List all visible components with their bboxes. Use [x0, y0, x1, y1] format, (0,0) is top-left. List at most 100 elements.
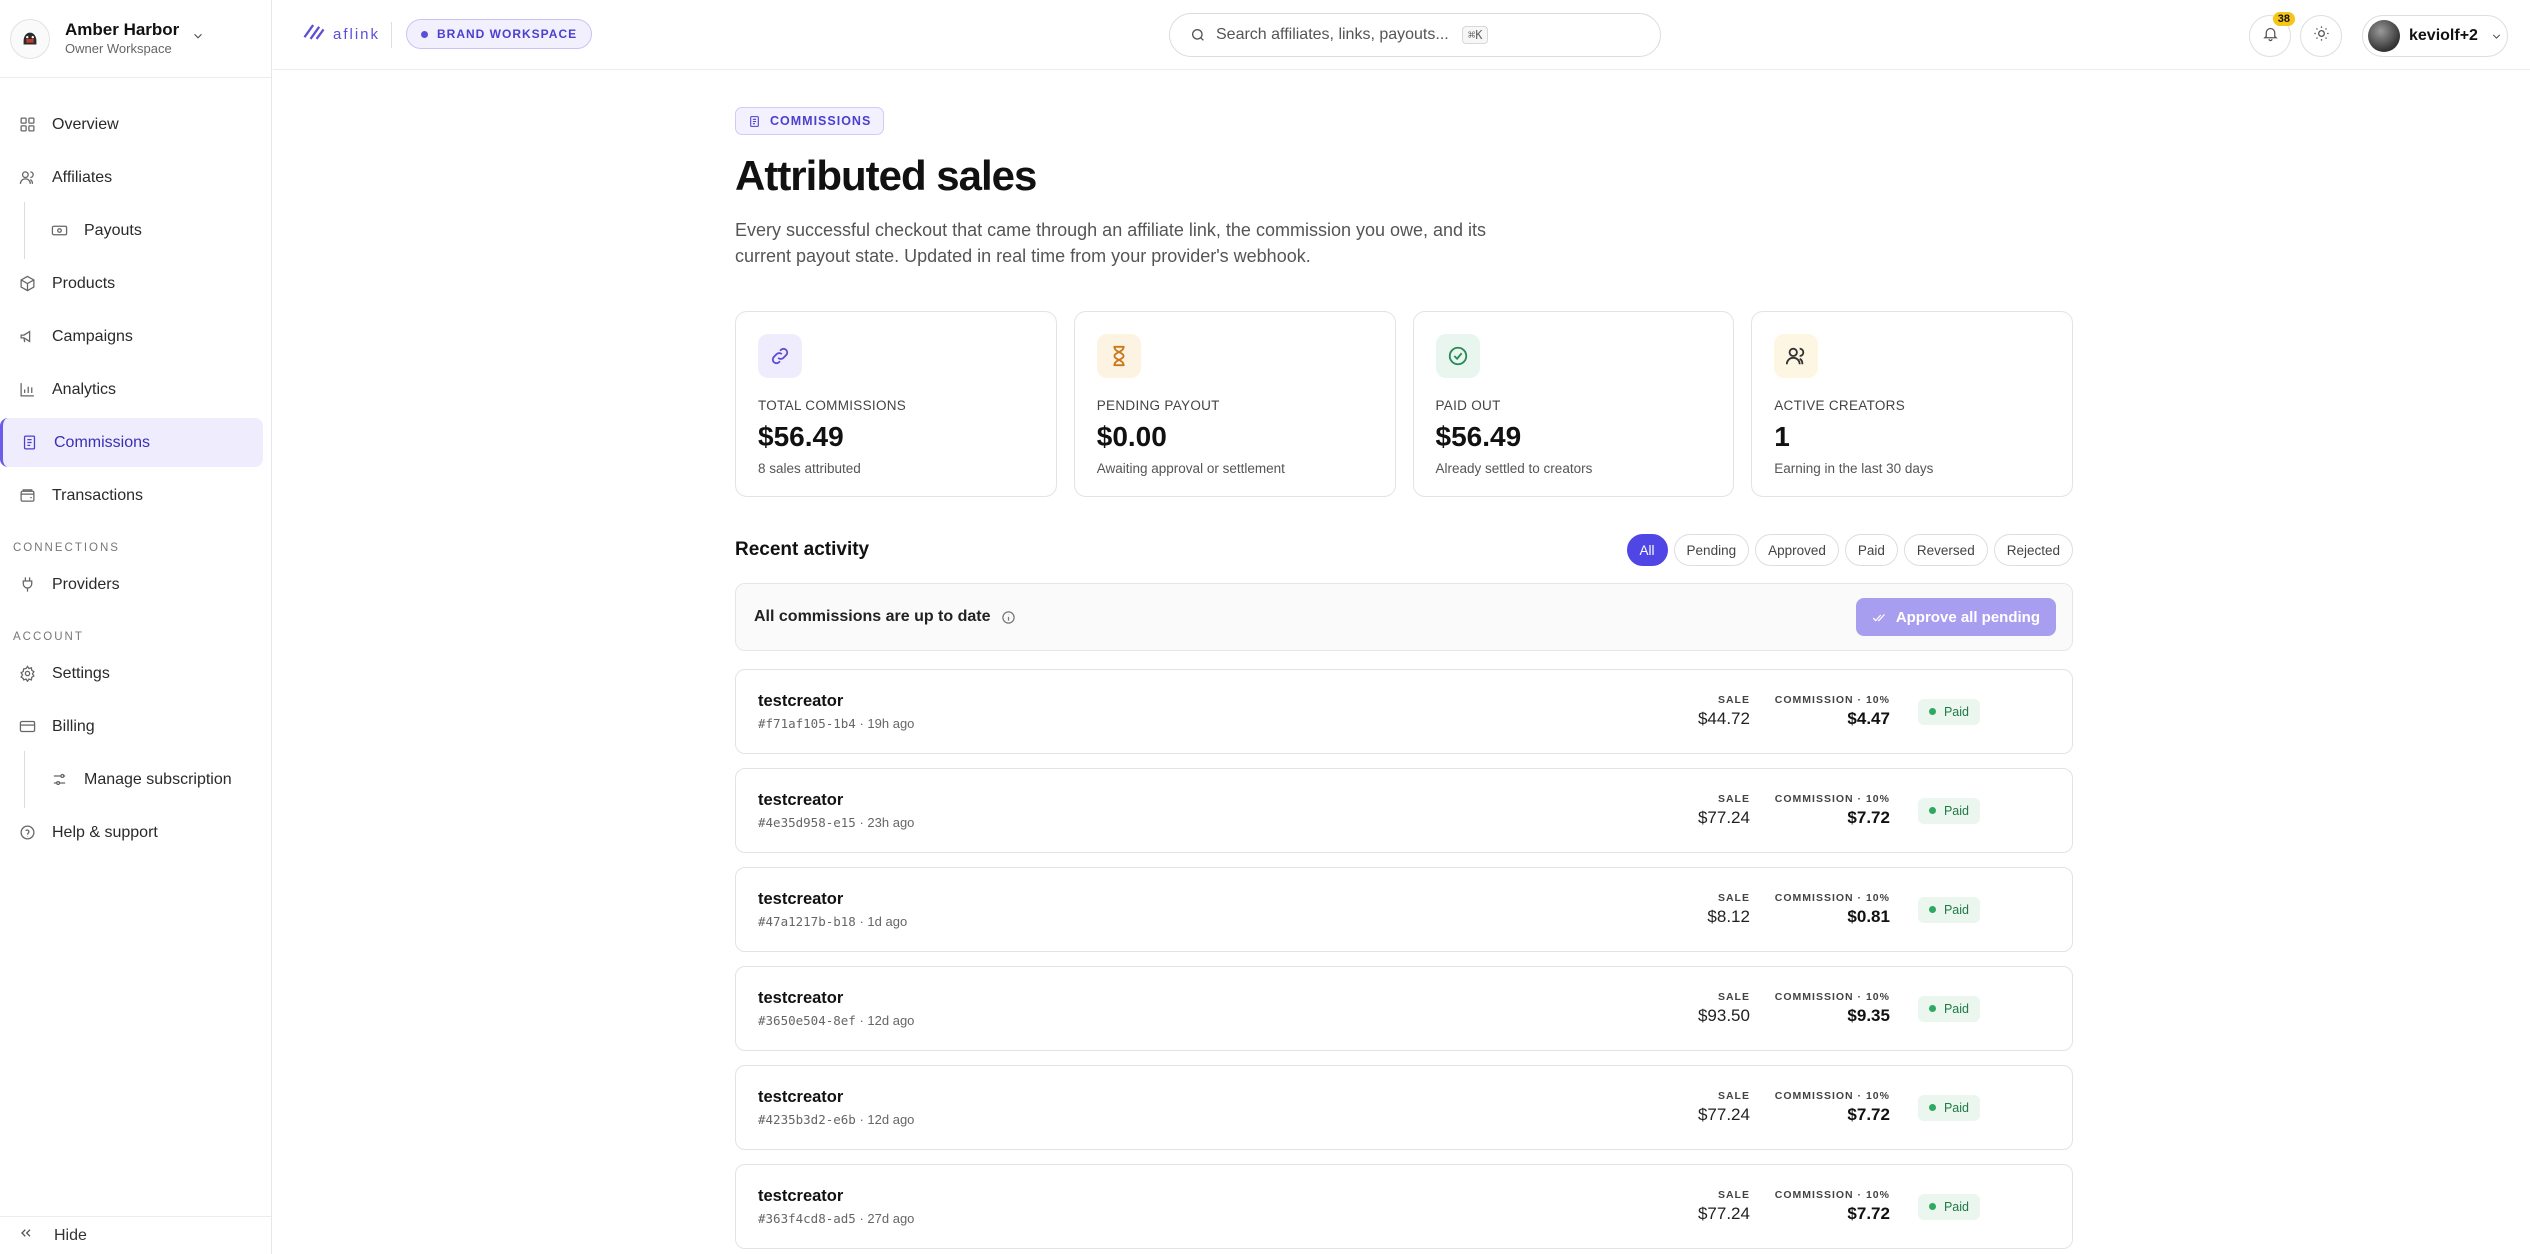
list-item[interactable]: testcreator #3650e504-8ef · 12d ago SALE…: [735, 966, 2073, 1051]
filter-pending[interactable]: Pending: [1673, 534, 1750, 566]
sidebar-item-label: Commissions: [54, 433, 151, 451]
time-ago: 1d ago: [867, 914, 908, 929]
sidebar-item-label: Analytics: [52, 380, 117, 398]
list-item[interactable]: testcreator #363f4cd8-ad5 · 27d ago SALE…: [735, 1164, 2073, 1249]
sale-amount: $44.72: [1697, 709, 1750, 728]
sidebar-nav: Overview Affiliates Payouts Products Cam…: [0, 78, 271, 857]
page-description: Every successful checkout that came thro…: [735, 220, 1487, 266]
workspace-role: Owner Workspace: [65, 40, 172, 56]
page-breadcrumb: COMMISSIONS: [735, 107, 885, 135]
status-dot: [1928, 906, 1936, 913]
sidebar-item-label: Affiliates: [52, 168, 113, 186]
theme-toggle-button[interactable]: [2300, 15, 2342, 57]
creator-name: testcreator: [758, 1088, 844, 1106]
double-check-icon: [1872, 610, 1887, 625]
sidebar-item-label: Overview: [52, 115, 119, 133]
status-label: Paid: [1943, 1100, 1969, 1115]
filter-approved[interactable]: Approved: [1755, 534, 1839, 566]
box-icon: [18, 275, 36, 293]
user-name: keviolf+2: [2409, 27, 2478, 44]
brand-workspace-label: BRAND WORKSPACE: [437, 27, 578, 41]
status-filters: All Pending Approved Paid Reversed Rejec…: [1626, 534, 2073, 566]
sidebar-item-products[interactable]: Products: [0, 259, 263, 308]
bell-icon: [2262, 25, 2279, 47]
info-icon[interactable]: [1001, 610, 1016, 625]
sidebar-item-commissions[interactable]: Commissions: [0, 418, 263, 467]
filter-reversed[interactable]: Reversed: [1903, 534, 1988, 566]
sidebar-item-label: Manage subscription: [84, 770, 232, 788]
users-icon: [18, 169, 36, 187]
sidebar-item-analytics[interactable]: Analytics: [0, 365, 263, 414]
notifications-button[interactable]: 38: [2249, 12, 2295, 57]
status-label: Paid: [1943, 704, 1969, 719]
sidebar-item-campaigns[interactable]: Campaigns: [0, 312, 263, 361]
status-badge: Paid: [1917, 698, 1980, 725]
search-icon: [1190, 27, 1206, 43]
stat-card-active-creators: ACTIVE CREATORS 1 Earning in the last 30…: [1751, 311, 2073, 497]
commission-amount: $7.72: [1847, 1204, 1890, 1223]
sale-amount: $77.24: [1697, 1204, 1750, 1223]
commission-amount: $7.72: [1847, 1105, 1890, 1124]
sidebar-item-affiliates[interactable]: Affiliates: [0, 153, 263, 202]
order-id: #f71af105-1b4: [758, 716, 856, 731]
sidebar-item-providers[interactable]: Providers: [0, 560, 263, 609]
sidebar-item-settings[interactable]: Settings: [0, 649, 263, 698]
sidebar-item-label: Providers: [52, 575, 120, 593]
filter-all[interactable]: All: [1626, 534, 1668, 566]
user-menu[interactable]: keviolf+2: [2362, 15, 2508, 57]
approve-all-pending-button[interactable]: Approve all pending: [1855, 598, 2056, 636]
commission-list: testcreator #f71af105-1b4 · 19h ago SALE…: [735, 669, 2073, 1249]
status-label: Paid: [1943, 1001, 1969, 1016]
sidebar-item-billing[interactable]: Billing: [0, 702, 263, 751]
brand-workspace-pill[interactable]: BRAND WORKSPACE: [406, 19, 593, 49]
breadcrumb-label: COMMISSIONS: [770, 114, 872, 128]
workspace-name: Amber Harbor: [65, 19, 180, 39]
stat-label: PAID OUT: [1435, 398, 1501, 413]
list-item[interactable]: testcreator #4e35d958-e15 · 23h ago SALE…: [735, 768, 2073, 853]
hide-label: Hide: [54, 1226, 87, 1244]
status-dot: [421, 30, 428, 38]
sidebar-item-overview[interactable]: Overview: [0, 100, 263, 149]
stat-subtext: 8 sales attributed: [758, 461, 861, 476]
search-shortcut: ⌘K: [1462, 26, 1489, 44]
stat-card-total-commissions: TOTAL COMMISSIONS $56.49 8 sales attribu…: [735, 311, 1057, 497]
logo[interactable]: aflink: [301, 22, 380, 46]
page-title: Attributed sales: [735, 152, 1037, 199]
sidebar-item-label: Transactions: [52, 486, 143, 504]
workspace-switcher[interactable]: Amber Harbor Owner Workspace: [0, 0, 271, 78]
list-item[interactable]: testcreator #4235b3d2-e6b · 12d ago SALE…: [735, 1065, 2073, 1150]
search-input[interactable]: [1216, 26, 1456, 44]
status-notice: All commissions are up to date Approve a…: [735, 583, 2073, 651]
section-label-account: ACCOUNT: [13, 631, 84, 643]
sidebar-item-payouts[interactable]: Payouts: [0, 202, 263, 259]
status-badge: Paid: [1917, 1193, 1980, 1220]
list-item[interactable]: testcreator #47a1217b-b18 · 1d ago SALE $…: [735, 867, 2073, 952]
sidebar-item-help[interactable]: Help & support: [0, 808, 263, 857]
sale-label: SALE: [1717, 892, 1750, 904]
commission-amount: $7.72: [1847, 808, 1890, 827]
list-item[interactable]: testcreator #f71af105-1b4 · 19h ago SALE…: [735, 669, 2073, 754]
status-label: Paid: [1943, 902, 1969, 917]
stat-card-pending-payout: PENDING PAYOUT $0.00 Awaiting approval o…: [1073, 311, 1396, 497]
creator-name: testcreator: [758, 989, 844, 1007]
creator-name: testcreator: [758, 1187, 844, 1205]
topbar: aflink BRAND WORKSPACE ⌘K 38 keviolf+2: [273, 0, 2530, 70]
commission-amount: $4.47: [1847, 709, 1890, 728]
status-label: Paid: [1943, 1199, 1969, 1214]
filter-paid[interactable]: Paid: [1844, 534, 1898, 566]
sidebar-item-transactions[interactable]: Transactions: [0, 471, 263, 520]
hide-sidebar-button[interactable]: Hide: [0, 1216, 271, 1254]
sliders-icon: [50, 771, 68, 789]
plug-icon: [18, 576, 36, 594]
search-bar[interactable]: ⌘K: [1169, 13, 1661, 57]
stat-subtext: Already settled to creators: [1435, 461, 1593, 476]
commission-amount: $0.81: [1847, 907, 1890, 926]
sale-label: SALE: [1717, 1189, 1750, 1201]
notice-text: All commissions are up to date: [754, 608, 991, 625]
time-ago: 12d ago: [867, 1112, 915, 1127]
filter-rejected[interactable]: Rejected: [1993, 534, 2073, 566]
sidebar-item-manage-subscription[interactable]: Manage subscription: [0, 751, 263, 808]
status-badge: Paid: [1917, 896, 1980, 923]
sale-label: SALE: [1717, 793, 1750, 805]
users-icon: [1774, 334, 1819, 378]
